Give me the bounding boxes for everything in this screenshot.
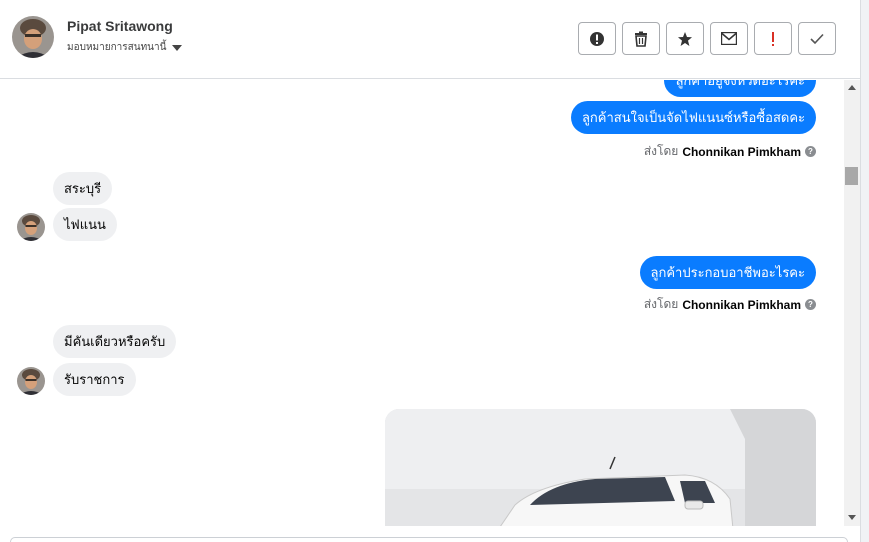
mark-unread-button[interactable]: [710, 22, 748, 55]
scroll-down-arrow-icon[interactable]: [848, 515, 856, 520]
follow-up-button[interactable]: [754, 22, 792, 55]
outgoing-message: ลูกค้าอยู่จังหวัดอะไรคะ: [664, 80, 816, 97]
sender-name[interactable]: Chonnikan Pimkham: [682, 298, 801, 312]
incoming-message: ไฟแนน: [53, 208, 117, 241]
mark-spam-button[interactable]: [578, 22, 616, 55]
scrollbar-thumb[interactable]: [845, 167, 858, 185]
message-thread[interactable]: ลูกค้าอยู่จังหวัดอะไรคะ ลูกค้าสนใจเป็นจั…: [0, 80, 844, 526]
assign-conversation-dropdown[interactable]: มอบหมายการสนทนานี้: [67, 40, 183, 55]
sent-by-prefix: ส่งโดย: [643, 144, 679, 158]
scroll-up-arrow-icon[interactable]: [848, 85, 856, 90]
chevron-down-icon: [172, 44, 183, 51]
help-icon[interactable]: ?: [805, 299, 816, 310]
star-button[interactable]: [666, 22, 704, 55]
contact-avatar[interactable]: [12, 16, 54, 58]
trash-icon: [635, 31, 647, 47]
car-photo-attachment[interactable]: [385, 409, 816, 526]
star-icon: [678, 31, 692, 46]
side-panel-edge: [860, 0, 869, 542]
contact-avatar-small[interactable]: [17, 367, 45, 395]
outgoing-message: ลูกค้าประกอบอาชีพอะไรคะ: [639, 256, 816, 289]
message-composer[interactable]: [10, 537, 848, 542]
check-icon: [810, 33, 824, 44]
sent-by-label: ส่งโดย Chonnikan Pimkham ?: [644, 142, 816, 161]
sent-by-prefix: ส่งโดย: [643, 297, 679, 311]
sent-by-label: ส่งโดย Chonnikan Pimkham ?: [644, 295, 816, 314]
incoming-message: รับราชการ: [53, 363, 136, 396]
exclamation-icon: [772, 31, 774, 46]
mark-done-button[interactable]: [798, 22, 836, 55]
sender-name[interactable]: Chonnikan Pimkham: [682, 145, 801, 159]
outgoing-message: ลูกค้าสนใจเป็นจัดไฟแนนซ์หรือซื้อสดคะ: [570, 101, 816, 134]
thread-scrollbar[interactable]: [844, 80, 860, 526]
assign-label: มอบหมายการสนทนานี้: [67, 42, 167, 53]
incoming-message: มีคันเดียวหรือครับ: [53, 325, 177, 358]
help-icon[interactable]: ?: [805, 146, 816, 157]
incoming-message: สระบุรี: [53, 172, 113, 205]
alert-circle-icon: [590, 31, 604, 46]
contact-name: Pipat Sritawong: [67, 18, 173, 34]
envelope-icon: [721, 32, 737, 45]
delete-button[interactable]: [622, 22, 660, 55]
conversation-actions: [578, 22, 836, 55]
conversation-header: Pipat Sritawong มอบหมายการสนทนานี้: [0, 0, 860, 79]
contact-avatar-small[interactable]: [17, 213, 45, 241]
